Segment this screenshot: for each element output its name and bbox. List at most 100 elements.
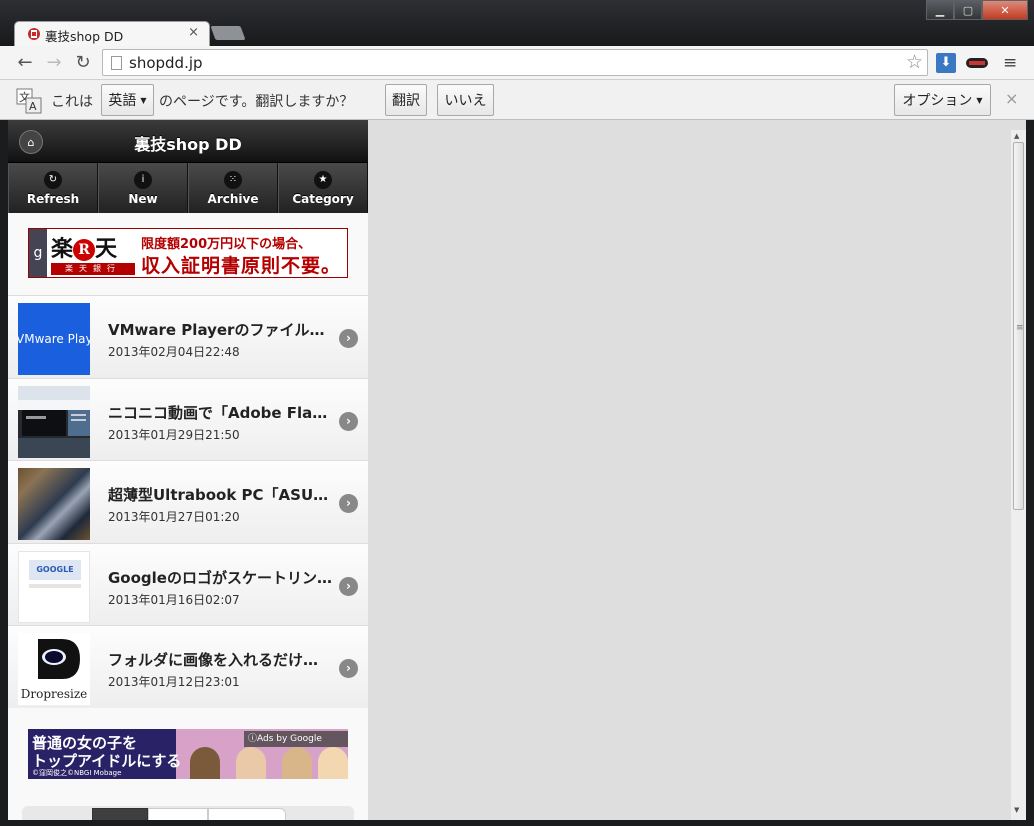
list-item[interactable]: ニコニコ動画で「Adobe Flas… 2013年01月29日21:50 › [8,377,368,460]
decline-translate-button[interactable]: いいえ [437,84,494,116]
site-header: ⌂ 裏技shop DD [8,120,368,163]
download-extension-icon[interactable]: ⬇ [936,53,956,73]
translate-question-text: のページです。翻訳しますか？ [159,94,354,110]
scroll-grip-icon: ≡ [1016,323,1024,333]
article-thumbnail: GOOGLE [18,550,90,623]
address-bar[interactable]: shopdd.jp ☆ [102,49,928,76]
list-item[interactable]: Dropresize フォルダに画像を入れるだけ… 2013年01月12日23:… [8,625,368,708]
tab-close-icon[interactable]: × [188,25,199,40]
tab-title: 裏技shop DD [45,29,124,44]
article-date: 2013年01月12日23:01 [108,675,240,689]
translate-bar: 文 A これは 英語 ▼ のページです。翻訳しますか？ 翻訳 いいえ オプション ▼… [0,80,1034,120]
article-title: 超薄型Ultrabook PC「ASUS … [108,486,332,504]
site-favicon-icon [28,28,40,40]
ad-line2: 収入証明書原則不要。 [141,255,342,277]
article-date: 2013年01月16日02:07 [108,592,240,607]
nav-category[interactable]: ★ Category [278,163,368,213]
title-bar: 裏技shop DD × ▁ ▢ ✕ [0,0,1034,46]
info-icon: i [134,170,152,189]
minimize-button[interactable]: ▁ [926,0,954,20]
site-nav-bar: ↻ Refresh i New ⁙ Archive ★ Category [8,163,368,213]
logo-r-mark: R [73,239,96,261]
logo-bank-text: 楽天銀行 [51,263,135,275]
article-thumbnail: Dropresize [18,633,90,705]
mask-extension-icon[interactable] [966,58,988,68]
rakuten-bank-ad-banner[interactable]: g 楽R天 楽天銀行 限度額200万円以下の場合、 収入証明書原則不要。 [28,228,348,278]
list-item[interactable]: VMware Player VMware Playerのファイルサ… 2013年… [8,295,368,378]
page-icon [111,56,122,70]
chevron-down-icon: ▼ [140,95,147,105]
nav-refresh[interactable]: ↻ Refresh [8,163,98,213]
refresh-icon: ↻ [44,170,62,189]
ad-g-mark: g [29,229,47,277]
chevron-right-icon: › [339,329,358,348]
menu-icon[interactable]: ≡ [1003,53,1017,73]
article-thumbnail [18,385,90,458]
pager [22,806,354,820]
page-viewport: ⌂ 裏技shop DD ↻ Refresh i New ⁙ Archive ★ [8,120,1026,820]
browser-window: 裏技shop DD × ▁ ▢ ✕ ← → ↻ shopdd.jp ☆ ⬇ ≡ … [0,0,1034,826]
close-translate-bar-icon[interactable]: × [1005,89,1018,108]
article-thumbnail [18,468,90,540]
pager-button[interactable] [208,808,286,820]
close-window-button[interactable]: ✕ [982,0,1028,20]
nico-screenshot-image [18,385,90,458]
nav-label: Archive [207,191,259,206]
vertical-scrollbar[interactable]: ▲ ≡ ▼ [1011,130,1026,820]
list-item[interactable]: GOOGLE Googleのロゴがスケートリン… 2013年01月16日02:0… [8,542,368,625]
character-image [236,747,266,779]
nav-new[interactable]: i New [98,163,188,213]
scrollbar-thumb[interactable]: ≡ [1013,142,1024,510]
article-title: ニコニコ動画で「Adobe Flas… [108,403,332,422]
article-date: 2013年01月27日01:20 [108,510,240,524]
chevron-right-icon: › [339,411,358,431]
window-controls: ▁ ▢ ✕ [926,0,1028,21]
grid-icon: ⁙ [224,170,242,189]
chevron-down-icon: ▼ [976,95,983,105]
character-image [190,747,220,779]
options-label: オプション [902,93,973,109]
back-icon[interactable]: ← [14,51,36,73]
scroll-up-icon[interactable]: ▲ [1014,132,1019,140]
ad-text-panel: 普通の女の子を トップアイドルにする ©窪岡俊之©NBGI Mobage [28,729,181,779]
new-tab-button[interactable] [210,26,246,40]
google-doodle-text: GOOGLE [29,559,81,580]
ad-copyright: ©窪岡俊之©NBGI Mobage [32,769,122,777]
bookmark-star-icon[interactable]: ☆ [906,51,923,73]
idol-game-ad-banner[interactable]: 普通の女の子を トップアイドルにする ©窪岡俊之©NBGI Mobage ⓘAd… [28,729,348,779]
scroll-down-icon[interactable]: ▼ [1014,806,1019,814]
logo-char-left: 楽 [51,236,74,262]
svg-text:A: A [29,100,37,113]
article-date: 2013年01月29日21:50 [108,427,240,442]
dropresize-label: Dropresize [20,687,88,701]
nav-archive[interactable]: ⁙ Archive [188,163,278,213]
article-date: 2013年02月04日22:48 [108,345,240,359]
chevron-right-icon: › [339,659,358,678]
pager-button-active[interactable] [92,808,148,820]
article-title: VMware Playerのファイルサ… [108,321,332,339]
forward-icon[interactable]: → [43,51,65,73]
maximize-button[interactable]: ▢ [954,0,982,20]
nav-label: Category [292,191,354,206]
chevron-right-icon: › [339,494,358,513]
reload-icon[interactable]: ↻ [72,51,94,73]
browser-toolbar: ← → ↻ shopdd.jp ☆ ⬇ ≡ [0,46,1034,80]
url-text[interactable]: shopdd.jp [129,54,203,72]
pager-button[interactable] [148,808,208,820]
character-image [282,747,312,779]
translate-options-button[interactable]: オプション ▼ [894,84,991,116]
translate-button[interactable]: 翻訳 [385,84,427,116]
article-title: Googleのロゴがスケートリン… [108,568,332,587]
site-title: 裏技shop DD [134,135,242,154]
list-item[interactable]: 超薄型Ultrabook PC「ASUS … 2013年01月27日01:20 … [8,460,368,543]
language-select[interactable]: 英語 ▼ [101,84,154,116]
star-icon: ★ [314,170,332,189]
browser-tab[interactable]: 裏技shop DD × [14,21,210,46]
rakuten-bank-logo: 楽R天 楽天銀行 [51,231,135,275]
nav-label: New [128,191,158,206]
mobile-site: ⌂ 裏技shop DD ↻ Refresh i New ⁙ Archive ★ [8,120,368,820]
ads-by-google-label[interactable]: ⓘAds by Google [244,731,348,747]
logo-char-right: 天 [95,236,118,262]
article-title: フォルダに画像を入れるだけ… [108,651,319,669]
character-image [318,747,348,779]
